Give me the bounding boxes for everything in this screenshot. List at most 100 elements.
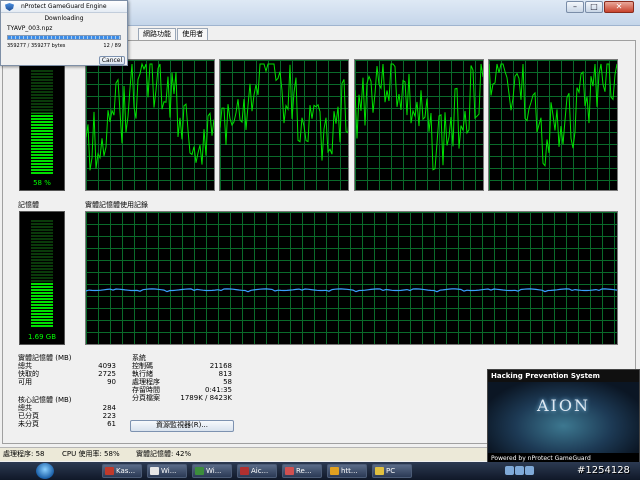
cpu-usage-value: 58 % bbox=[33, 179, 51, 187]
stat-row: 已分頁 223 bbox=[18, 412, 116, 420]
stat-row: 總共 284 bbox=[18, 404, 116, 412]
memory-history-graph bbox=[85, 211, 618, 345]
aion-logo: AION bbox=[537, 396, 590, 415]
taskbar-item-label: Kas... bbox=[116, 467, 136, 475]
stat-row: 控制碼 21168 bbox=[132, 362, 232, 370]
stat-row: 快取的 2725 bbox=[18, 370, 116, 378]
memory-usage-value: 1.69 GB bbox=[27, 333, 57, 341]
stat-value: 0:41:35 bbox=[205, 386, 232, 394]
stat-label: 執行緒 bbox=[132, 370, 153, 378]
memory-history-line bbox=[86, 288, 617, 293]
system-stats: 系統 控制碼 21168 執行緒 813 處理程序 58 存留時間 0:41:35 分頁… bbox=[132, 354, 232, 402]
cpu-history-line-4 bbox=[489, 63, 617, 167]
taskbar-item[interactable]: Wi... bbox=[192, 464, 232, 478]
app-icon bbox=[150, 467, 159, 475]
taskbar-item-label: PC bbox=[386, 467, 396, 475]
kernel-memory-title: 核心記憶體 (MB) bbox=[18, 396, 72, 404]
gameguard-download-dialog: nProtect GameGuard Engine Downloading TY… bbox=[0, 0, 128, 66]
cpu-history-graph-1 bbox=[85, 59, 215, 191]
taskbar-item-label: Aic... bbox=[251, 467, 269, 475]
download-bytes: 359277 / 359277 bytes bbox=[7, 43, 66, 49]
taskbar-item[interactable]: Aic... bbox=[237, 464, 277, 478]
close-button[interactable]: ✕ bbox=[604, 1, 634, 13]
status-memory: 實體記憶體: 42% bbox=[136, 450, 192, 458]
tray-icon[interactable] bbox=[525, 466, 534, 475]
stat-value: 21168 bbox=[209, 362, 232, 370]
download-progress-bar bbox=[7, 35, 121, 40]
taskbar-item-label: Re... bbox=[296, 467, 312, 475]
taskbar-item[interactable]: Wi... bbox=[147, 464, 187, 478]
cpu-history-graph-3 bbox=[354, 59, 484, 191]
stat-value: 813 bbox=[218, 370, 232, 378]
stat-label: 存留時間 bbox=[132, 386, 160, 394]
stat-label: 未分頁 bbox=[18, 420, 39, 428]
stat-label: 分頁檔案 bbox=[132, 394, 160, 402]
download-progress-fill bbox=[8, 36, 120, 39]
stat-row: 執行緒 813 bbox=[132, 370, 232, 378]
overlay-title: Hacking Prevention System bbox=[488, 370, 639, 382]
dialog-header: nProtect GameGuard Engine bbox=[1, 1, 127, 13]
kernel-memory-stats: 核心記憶體 (MB) 總共 284 已分頁 223 未分頁 61 bbox=[18, 396, 116, 428]
watermark: #1254128 bbox=[577, 465, 630, 476]
download-status: Downloading bbox=[44, 15, 84, 22]
app-icon bbox=[240, 467, 249, 475]
status-processes: 處理程序: 58 bbox=[3, 450, 45, 458]
tray-icon[interactable] bbox=[505, 466, 514, 475]
shield-icon bbox=[5, 3, 14, 11]
stat-label: 控制碼 bbox=[132, 362, 153, 370]
stat-value: 284 bbox=[102, 404, 116, 412]
aion-splash-art bbox=[488, 382, 639, 455]
stat-row: 總共 4093 bbox=[18, 362, 116, 370]
minimize-button[interactable]: – bbox=[566, 1, 584, 13]
cancel-button[interactable]: Cancel bbox=[99, 56, 125, 65]
app-icon bbox=[375, 467, 384, 475]
stat-row: 處理程序 58 bbox=[132, 378, 232, 386]
system-tray bbox=[505, 464, 545, 478]
tab-networking[interactable]: 網路功能 bbox=[138, 28, 176, 40]
memory-usage-gauge: 1.69 GB bbox=[19, 211, 65, 345]
stat-label: 可用 bbox=[18, 378, 32, 386]
tab-strip: 網路功能 使用者 bbox=[138, 28, 209, 40]
stat-value: 223 bbox=[102, 412, 116, 420]
cpu-history-graph-4 bbox=[488, 59, 618, 191]
taskbar-item[interactable]: PC bbox=[372, 464, 412, 478]
stat-label: 總共 bbox=[18, 362, 32, 370]
app-icon bbox=[330, 467, 339, 475]
system-title: 系統 bbox=[132, 354, 146, 362]
start-orb-icon[interactable] bbox=[36, 463, 54, 479]
app-icon bbox=[195, 467, 204, 475]
maximize-button[interactable]: □ bbox=[585, 1, 603, 13]
tab-users[interactable]: 使用者 bbox=[177, 28, 209, 40]
cpu-history-line-2 bbox=[220, 63, 348, 161]
taskbar-item[interactable]: Re... bbox=[282, 464, 322, 478]
stat-value: 1789K / 8423K bbox=[180, 394, 232, 402]
download-filename: TYAVP_003.npz bbox=[7, 25, 53, 32]
download-count: 12 / 89 bbox=[103, 43, 121, 49]
stat-label: 快取的 bbox=[18, 370, 39, 378]
cpu-history-graph-2 bbox=[219, 59, 349, 191]
resource-monitor-button[interactable]: 資源監視器(R)... bbox=[130, 420, 234, 432]
stat-label: 總共 bbox=[18, 404, 32, 412]
taskbar-item-label: Wi... bbox=[206, 467, 222, 475]
taskbar-item-label: Wi... bbox=[161, 467, 177, 475]
stat-value: 90 bbox=[107, 378, 116, 386]
memory-usage-bars bbox=[31, 220, 53, 328]
stat-value: 2725 bbox=[98, 370, 116, 378]
taskbar: Kas... Wi... Wi... Aic... Re... htt... P… bbox=[0, 462, 640, 480]
app-icon bbox=[285, 467, 294, 475]
dialog-title: nProtect GameGuard Engine bbox=[21, 3, 107, 10]
tray-icon[interactable] bbox=[515, 466, 524, 475]
memory-label: 記憶體 bbox=[18, 201, 39, 209]
memory-history-title: 實體記憶體使用記錄 bbox=[85, 201, 148, 209]
cpu-usage-bars bbox=[31, 70, 53, 174]
stat-label: 處理程序 bbox=[132, 378, 160, 386]
taskbar-item[interactable]: htt... bbox=[327, 464, 367, 478]
physical-memory-title: 實體記憶體 (MB) bbox=[18, 354, 72, 362]
stat-value: 61 bbox=[107, 420, 116, 428]
app-icon bbox=[105, 467, 114, 475]
stat-row: 可用 90 bbox=[18, 378, 116, 386]
cpu-history-line-1 bbox=[86, 62, 214, 171]
physical-memory-stats: 實體記憶體 (MB) 總共 4093 快取的 2725 可用 90 bbox=[18, 354, 116, 386]
taskbar-item[interactable]: Kas... bbox=[102, 464, 142, 478]
stat-value: 4093 bbox=[98, 362, 116, 370]
